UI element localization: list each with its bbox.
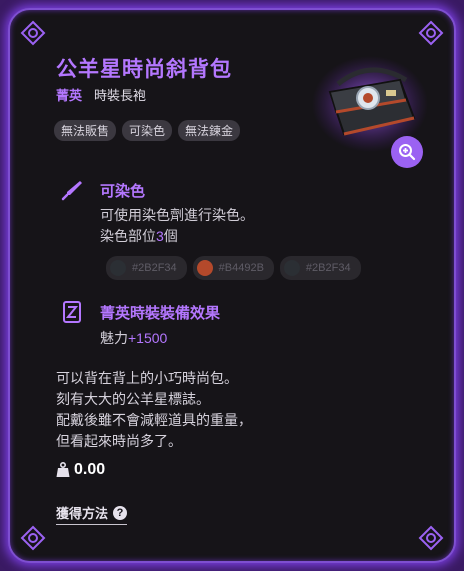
dye-slots-label: 染色部位 [100,228,156,244]
effect-title: 菁英時裝裝備效果 [100,305,221,322]
stat-label: 魅力 [100,330,128,346]
weight-value: 0.00 [74,461,106,478]
tag-not-alchemy: 無法鍊金 [178,120,241,141]
swatch-color-dot [196,260,213,276]
item-tags: 無法販售 可染色 無法鍊金 [54,120,241,141]
effect-stat: 魅力+1500 [100,328,167,349]
corner-ornament-icon [418,20,444,46]
item-tooltip-card: 公羊星時尚斜背包 菁英 時裝長袍 無法販售 可染色 無法鍊金 可染色 可使用染色… [8,8,456,563]
question-icon: ? [113,505,128,520]
dye-swatch: #2B2F34 [279,256,361,280]
obtain-label: 獲得方法 [56,506,109,521]
zoom-in-icon [399,144,416,161]
dye-swatch: #2B2F34 [106,256,187,280]
item-name: 公羊星時尚斜背包 [56,58,232,81]
dye-desc: 可使用染色劑進行染色。 [100,207,254,223]
swatch-code: #2B2F34 [305,262,351,274]
item-category: 時裝長袍 [94,88,147,103]
dye-swatch: #B4492B [192,256,274,280]
item-description: 可以背在背上的小巧時尚包。 刻有大大的公羊星標誌。 配戴後雖不會減輕道具的重量，… [56,370,252,449]
stat-value: +1500 [128,330,168,346]
swatch-code: #2B2F34 [132,262,177,274]
swatch-code: #B4492B [218,262,264,274]
swatch-color-dot [110,260,126,276]
obtain-method-link[interactable]: 獲得方法 ? [56,503,128,525]
dye-slot-count: 3 [156,228,164,244]
dye-brush-icon [61,181,82,201]
dye-title: 可染色 [100,183,146,200]
corner-ornament-icon [20,20,46,46]
dye-slots: 染色部位3個 [100,226,178,247]
zoom-button[interactable] [391,136,423,168]
dye-slots-unit: 個 [163,228,178,244]
swatch-color-dot [283,260,300,276]
corner-ornament-icon [418,525,444,551]
tag-not-sellable: 無法販售 [54,120,117,141]
dye-swatches: #2B2F34 #B4492B #2B2F34 [106,256,361,280]
weight-icon [56,462,70,477]
item-weight: 0.00 [56,461,105,479]
outfit-effect-icon [63,301,81,323]
tag-dyeable: 可染色 [122,120,173,141]
item-grade: 菁英 [56,88,83,103]
corner-ornament-icon [20,525,46,551]
